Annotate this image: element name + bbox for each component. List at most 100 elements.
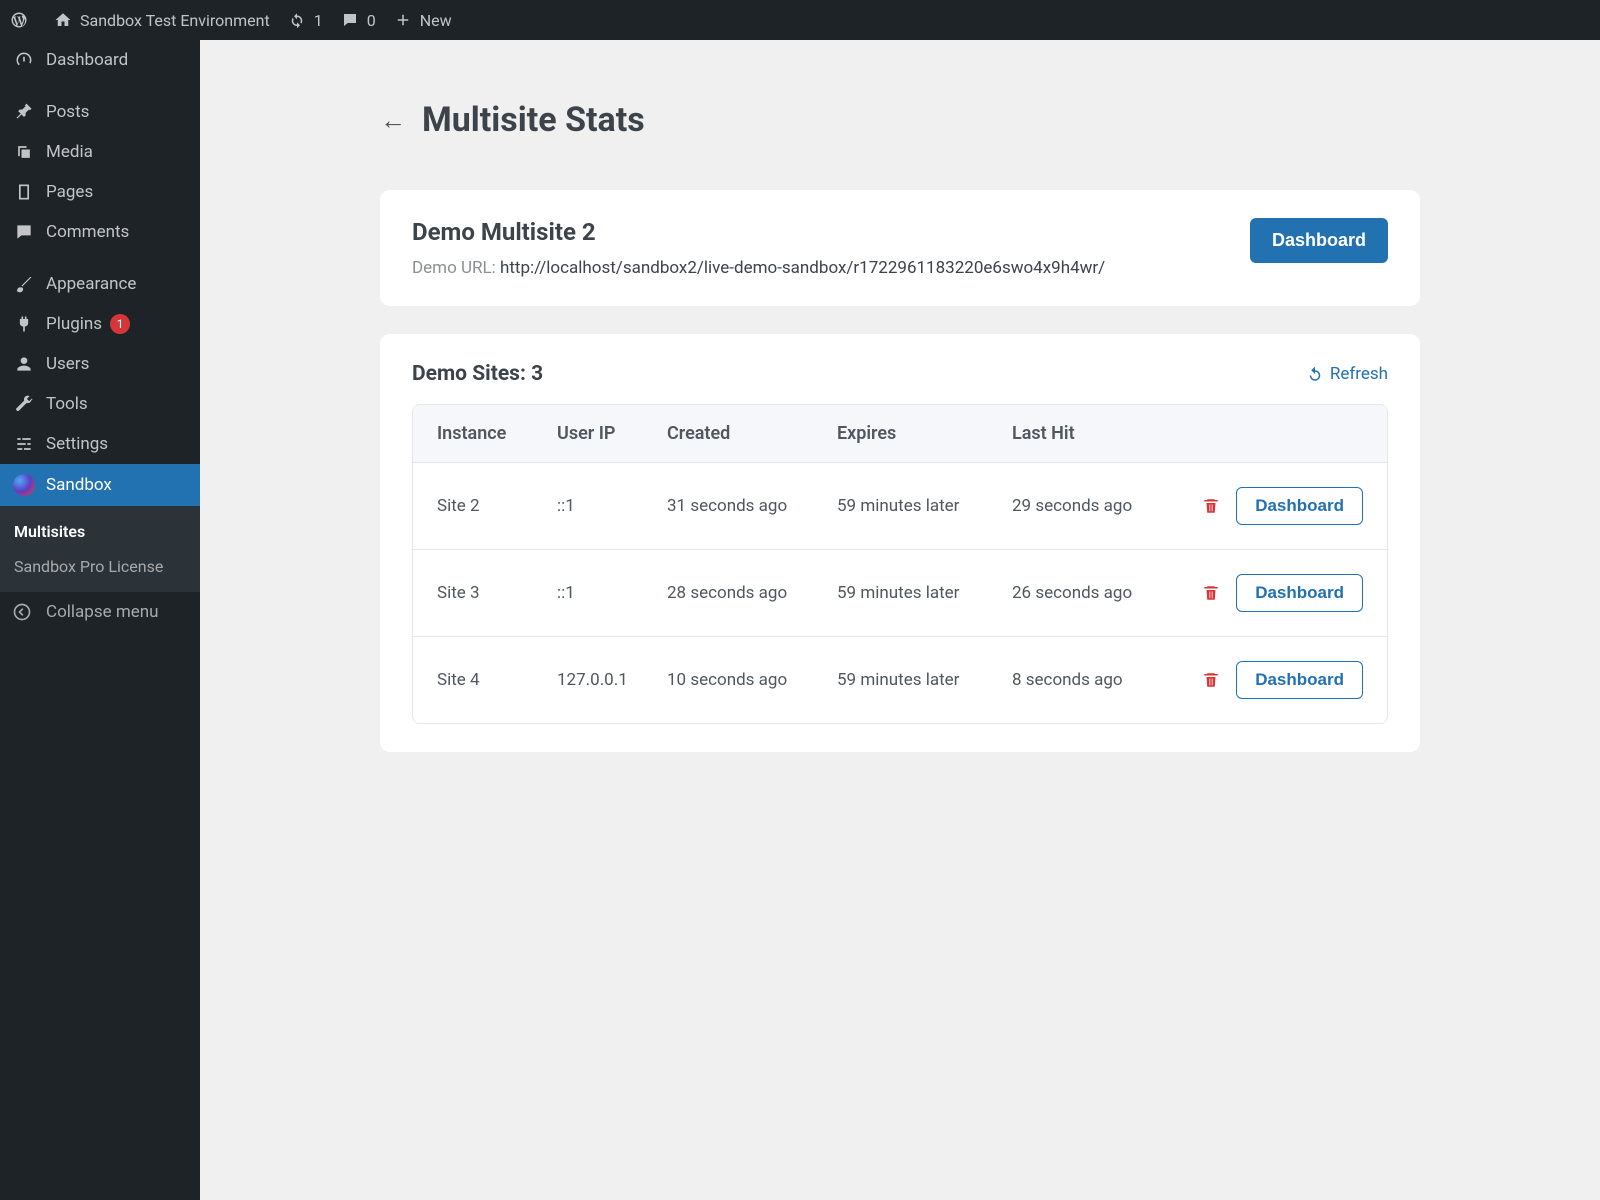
sidebar-item-appearance[interactable]: Appearance bbox=[0, 264, 200, 304]
col-header-created: Created bbox=[667, 423, 837, 444]
cell-expires: 59 minutes later bbox=[837, 670, 1012, 690]
cell-last-hit: 26 seconds ago bbox=[1012, 583, 1202, 603]
cell-created: 31 seconds ago bbox=[667, 496, 837, 516]
site-dashboard-button[interactable]: Dashboard bbox=[1236, 574, 1363, 612]
admin-topbar: Sandbox Test Environment 1 0 New bbox=[0, 0, 1600, 40]
page-icon bbox=[12, 182, 36, 202]
sidebar-label: Dashboard bbox=[46, 50, 128, 70]
admin-sidebar: Dashboard Posts Media Pages Comments App… bbox=[0, 40, 200, 1200]
sidebar-item-sandbox[interactable]: Sandbox bbox=[0, 464, 200, 506]
wordpress-icon bbox=[10, 11, 28, 29]
main-content: ← Multisite Stats Demo Multisite 2 Demo … bbox=[200, 40, 1600, 1200]
multisite-dashboard-button[interactable]: Dashboard bbox=[1250, 218, 1388, 263]
demo-url-label: Demo URL: bbox=[412, 258, 496, 278]
sidebar-item-dashboard[interactable]: Dashboard bbox=[0, 40, 200, 80]
submenu-multisites[interactable]: Multisites bbox=[0, 514, 200, 549]
cell-instance: Site 4 bbox=[437, 670, 557, 690]
cell-user-ip: ::1 bbox=[557, 583, 667, 603]
updates-count: 1 bbox=[314, 11, 323, 30]
sidebar-item-plugins[interactable]: Plugins 1 bbox=[0, 304, 200, 344]
site-dashboard-button[interactable]: Dashboard bbox=[1236, 661, 1363, 699]
page-title: Multisite Stats bbox=[422, 100, 645, 140]
comments-link[interactable]: 0 bbox=[341, 11, 376, 30]
demo-url-value: http://localhost/sandbox2/live-demo-sand… bbox=[500, 258, 1105, 278]
cell-instance: Site 2 bbox=[437, 496, 557, 516]
col-header-user-ip: User IP bbox=[557, 423, 667, 444]
delete-site-button[interactable] bbox=[1202, 671, 1220, 689]
table-header: Instance User IP Created Expires Last Hi… bbox=[413, 405, 1387, 463]
col-header-expires: Expires bbox=[837, 423, 1012, 444]
cell-user-ip: 127.0.0.1 bbox=[557, 670, 667, 690]
site-dashboard-button[interactable]: Dashboard bbox=[1236, 487, 1363, 525]
media-icon bbox=[12, 142, 36, 162]
sidebar-label: Settings bbox=[46, 434, 108, 454]
collapse-label: Collapse menu bbox=[46, 602, 159, 622]
pin-icon bbox=[12, 102, 36, 122]
cell-instance: Site 3 bbox=[437, 583, 557, 603]
refresh-icon bbox=[1306, 365, 1324, 383]
site-home-link[interactable]: Sandbox Test Environment bbox=[54, 11, 270, 30]
submenu-license[interactable]: Sandbox Pro License bbox=[0, 549, 200, 584]
delete-site-button[interactable] bbox=[1202, 497, 1220, 515]
sidebar-label: Pages bbox=[46, 182, 93, 202]
row-actions: Dashboard bbox=[1202, 661, 1363, 699]
sidebar-submenu-sandbox: Multisites Sandbox Pro License bbox=[0, 506, 200, 592]
wp-logo-link[interactable] bbox=[10, 11, 36, 29]
cell-last-hit: 8 seconds ago bbox=[1012, 670, 1202, 690]
sandbox-icon bbox=[12, 474, 36, 496]
sidebar-label: Appearance bbox=[46, 274, 136, 294]
updates-link[interactable]: 1 bbox=[288, 11, 323, 30]
home-icon bbox=[54, 11, 72, 29]
sidebar-item-comments[interactable]: Comments bbox=[0, 212, 200, 252]
sidebar-label: Comments bbox=[46, 222, 129, 242]
collapse-menu-button[interactable]: Collapse menu bbox=[0, 592, 200, 632]
refresh-label: Refresh bbox=[1330, 364, 1388, 384]
sliders-icon bbox=[12, 434, 36, 454]
sidebar-item-posts[interactable]: Posts bbox=[0, 92, 200, 132]
multisite-name: Demo Multisite 2 bbox=[412, 218, 1105, 246]
sidebar-label: Tools bbox=[46, 394, 88, 414]
sidebar-label: Media bbox=[46, 142, 93, 162]
sidebar-item-users[interactable]: Users bbox=[0, 344, 200, 384]
user-icon bbox=[12, 354, 36, 374]
col-header-instance: Instance bbox=[437, 423, 557, 444]
comments-count: 0 bbox=[367, 11, 376, 30]
sidebar-item-media[interactable]: Media bbox=[0, 132, 200, 172]
cell-expires: 59 minutes later bbox=[837, 496, 1012, 516]
plug-icon bbox=[12, 314, 36, 334]
delete-site-button[interactable] bbox=[1202, 584, 1220, 602]
refresh-icon bbox=[288, 11, 306, 29]
demo-sites-card: Demo Sites: 3 Refresh Instance User IP C… bbox=[380, 334, 1420, 752]
demo-url-row: Demo URL: http://localhost/sandbox2/live… bbox=[412, 258, 1105, 278]
sites-table: Instance User IP Created Expires Last Hi… bbox=[412, 404, 1388, 724]
comment-icon bbox=[341, 11, 359, 29]
table-row: Site 2 ::1 31 seconds ago 59 minutes lat… bbox=[413, 463, 1387, 550]
table-row: Site 3 ::1 28 seconds ago 59 minutes lat… bbox=[413, 550, 1387, 637]
page-header: ← Multisite Stats bbox=[380, 100, 1420, 140]
cell-last-hit: 29 seconds ago bbox=[1012, 496, 1202, 516]
cell-expires: 59 minutes later bbox=[837, 583, 1012, 603]
back-button[interactable]: ← bbox=[380, 105, 406, 136]
sidebar-label: Sandbox bbox=[46, 475, 112, 495]
comment-icon bbox=[12, 222, 36, 242]
refresh-button[interactable]: Refresh bbox=[1306, 364, 1388, 384]
plugins-update-badge: 1 bbox=[110, 314, 130, 334]
sidebar-item-tools[interactable]: Tools bbox=[0, 384, 200, 424]
wrench-icon bbox=[12, 394, 36, 414]
new-content-link[interactable]: New bbox=[394, 11, 452, 30]
cell-user-ip: ::1 bbox=[557, 496, 667, 516]
cell-created: 10 seconds ago bbox=[667, 670, 837, 690]
row-actions: Dashboard bbox=[1202, 574, 1363, 612]
dashboard-icon bbox=[12, 50, 36, 70]
row-actions: Dashboard bbox=[1202, 487, 1363, 525]
sidebar-item-pages[interactable]: Pages bbox=[0, 172, 200, 212]
cell-created: 28 seconds ago bbox=[667, 583, 837, 603]
plus-icon bbox=[394, 11, 412, 29]
collapse-icon bbox=[12, 602, 36, 622]
sidebar-item-settings[interactable]: Settings bbox=[0, 424, 200, 464]
new-label: New bbox=[420, 11, 452, 30]
multisite-info-card: Demo Multisite 2 Demo URL: http://localh… bbox=[380, 190, 1420, 306]
site-name: Sandbox Test Environment bbox=[80, 11, 270, 30]
sidebar-label: Users bbox=[46, 354, 89, 374]
table-row: Site 4 127.0.0.1 10 seconds ago 59 minut… bbox=[413, 637, 1387, 723]
